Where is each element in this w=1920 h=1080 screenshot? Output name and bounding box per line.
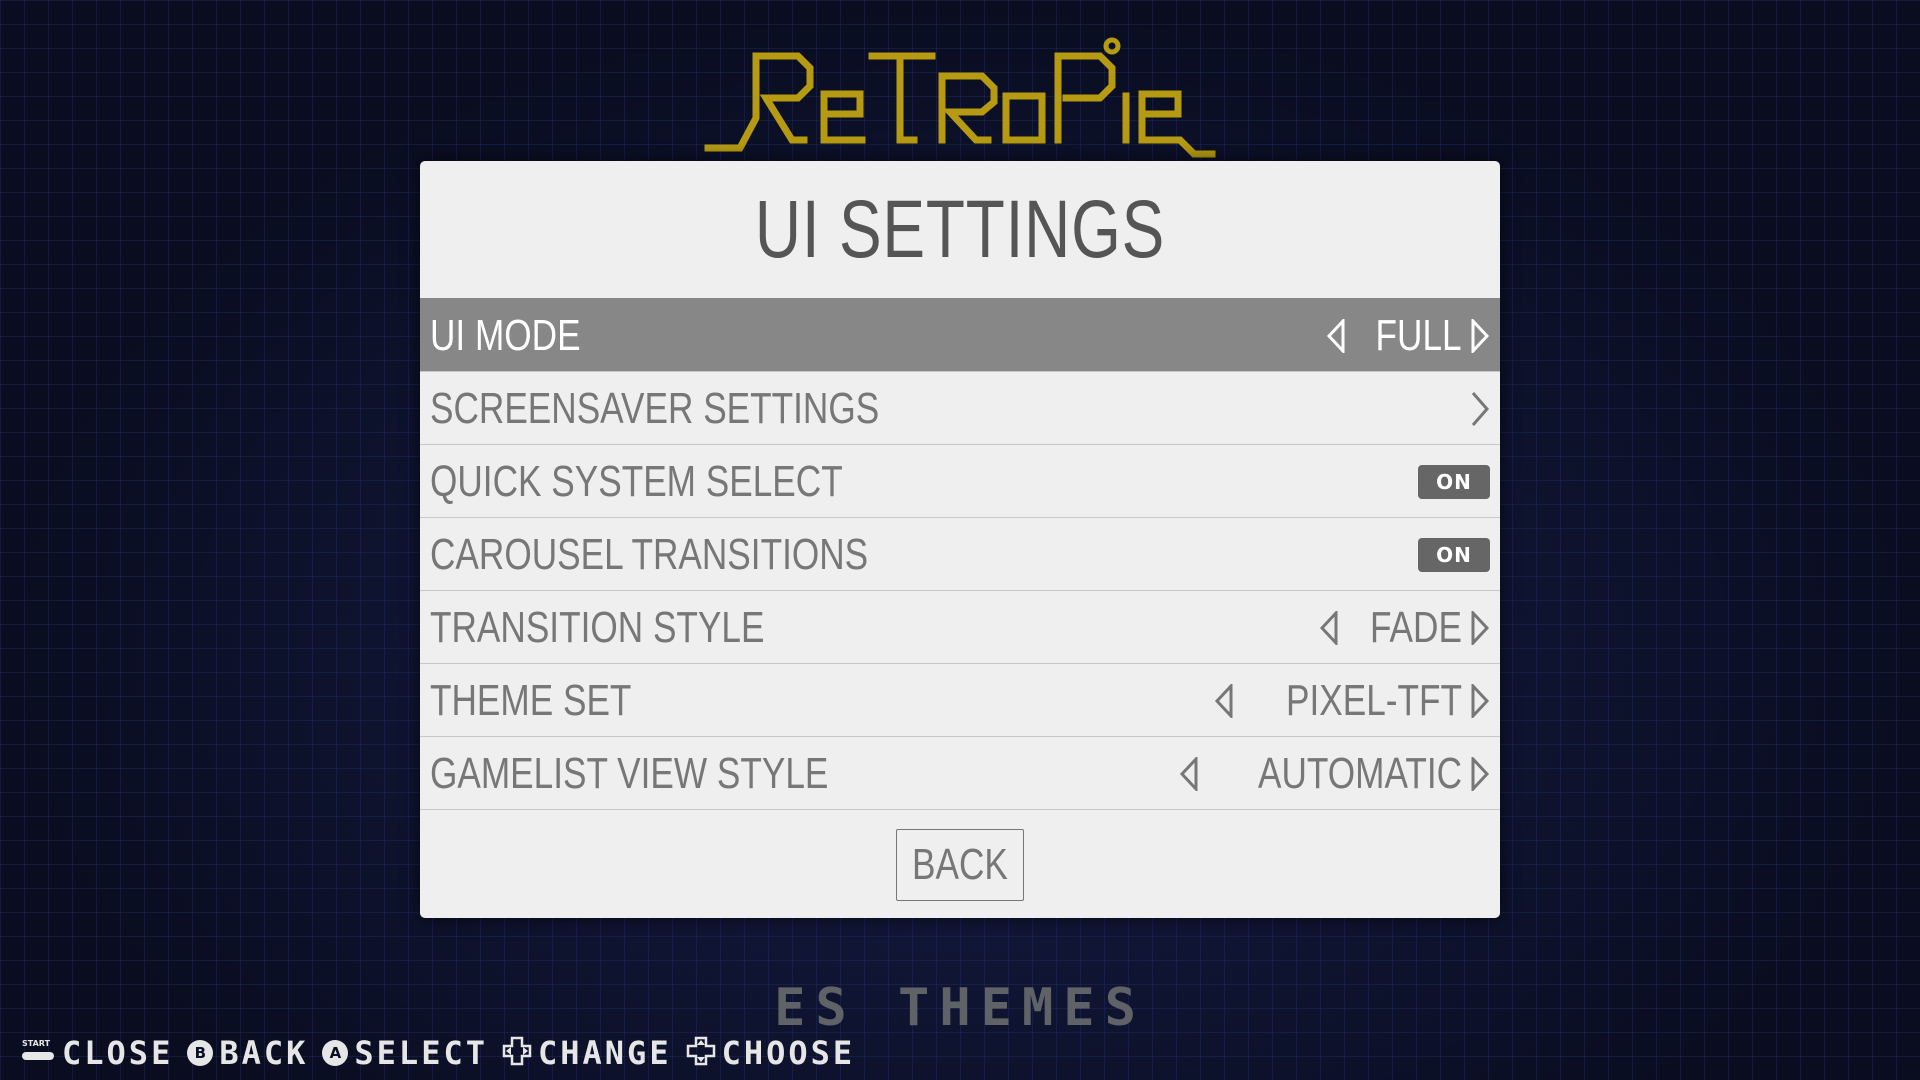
setting-label: SCREENSAVER SETTINGS: [430, 384, 880, 433]
help-label: CHANGE: [537, 1034, 672, 1072]
b-button-icon: B: [187, 1040, 214, 1066]
back-button[interactable]: BACK: [896, 829, 1024, 901]
setting-value-wrap: ON: [1418, 518, 1490, 591]
setting-value-selector[interactable]: FADE: [1319, 591, 1490, 664]
setting-value: FADE: [1370, 602, 1462, 652]
arrow-left-icon[interactable]: [1319, 610, 1339, 645]
arrow-left-icon[interactable]: [1214, 683, 1234, 718]
arrow-right-icon[interactable]: [1470, 756, 1490, 791]
back-button-label: BACK: [912, 840, 1008, 889]
a-button-icon: A: [322, 1040, 349, 1066]
help-label: CLOSE: [62, 1034, 174, 1072]
toggle-switch[interactable]: ON: [1418, 464, 1490, 499]
start-button-icon: START: [22, 1039, 56, 1067]
setting-value-wrap: ON: [1418, 445, 1490, 518]
help-label: CHOOSE: [721, 1034, 856, 1072]
system-name-label: ES THEMES: [774, 978, 1146, 1038]
help-item-change: CHANGE: [502, 1034, 672, 1072]
toggle-switch[interactable]: ON: [1418, 537, 1490, 572]
setting-value: AUTOMATIC: [1257, 748, 1462, 798]
help-item-back: B BACK: [187, 1034, 308, 1072]
setting-row-quick-system-select[interactable]: QUICK SYSTEM SELECT ON: [420, 444, 1500, 517]
setting-value: PIXEL-TFT: [1285, 675, 1462, 725]
list-bottom-divider: [420, 809, 1500, 810]
arrow-left-icon[interactable]: [1179, 756, 1199, 791]
arrow-right-icon[interactable]: [1470, 610, 1490, 645]
help-item-select: A SELECT: [322, 1034, 488, 1072]
help-label: SELECT: [354, 1034, 488, 1072]
chevron-right-icon: [1470, 390, 1490, 428]
setting-label: TRANSITION STYLE: [430, 603, 765, 652]
setting-label: UI MODE: [430, 311, 581, 360]
setting-row-ui-mode[interactable]: UI MODE FULL: [420, 298, 1500, 371]
setting-label: CAROUSEL TRANSITIONS: [430, 530, 869, 579]
setting-value-selector[interactable]: AUTOMATIC: [1179, 737, 1490, 810]
ui-settings-dialog: UI SETTINGS UI MODE FULL SCREENSAVER SET…: [420, 161, 1500, 918]
help-label: BACK: [219, 1034, 309, 1072]
settings-list: UI MODE FULL SCREENSAVER SETTINGS QUICK …: [420, 298, 1500, 810]
dpad-horizontal-icon: [502, 1036, 532, 1070]
setting-row-carousel-transitions[interactable]: CAROUSEL TRANSITIONS ON: [420, 517, 1500, 590]
submenu-indicator: [1470, 372, 1490, 445]
start-button-text: START: [22, 1039, 51, 1048]
retropie-logo: [700, 36, 1220, 161]
setting-row-theme-set[interactable]: THEME SET PIXEL-TFT: [420, 663, 1500, 736]
arrow-left-icon[interactable]: [1326, 318, 1346, 353]
setting-value: FULL: [1375, 310, 1462, 360]
setting-row-transition-style[interactable]: TRANSITION STYLE FADE: [420, 590, 1500, 663]
setting-row-screensaver-settings[interactable]: SCREENSAVER SETTINGS: [420, 371, 1500, 444]
arrow-right-icon[interactable]: [1470, 318, 1490, 353]
dialog-title: UI SETTINGS: [754, 184, 1166, 275]
setting-value-selector[interactable]: FULL: [1326, 299, 1490, 372]
help-item-choose: CHOOSE: [686, 1034, 856, 1072]
dpad-vertical-icon: [686, 1036, 716, 1070]
setting-value-selector[interactable]: PIXEL-TFT: [1214, 664, 1490, 737]
setting-label: THEME SET: [430, 676, 632, 725]
setting-label: GAMELIST VIEW STYLE: [430, 749, 829, 798]
setting-label: QUICK SYSTEM SELECT: [430, 457, 843, 506]
setting-row-gamelist-view-style[interactable]: GAMELIST VIEW STYLE AUTOMATIC: [420, 736, 1500, 809]
arrow-right-icon[interactable]: [1470, 683, 1490, 718]
help-bar: START CLOSE B BACK A SELECT CHANGE CHOOS…: [22, 1034, 856, 1072]
help-item-close: START CLOSE: [22, 1034, 173, 1072]
